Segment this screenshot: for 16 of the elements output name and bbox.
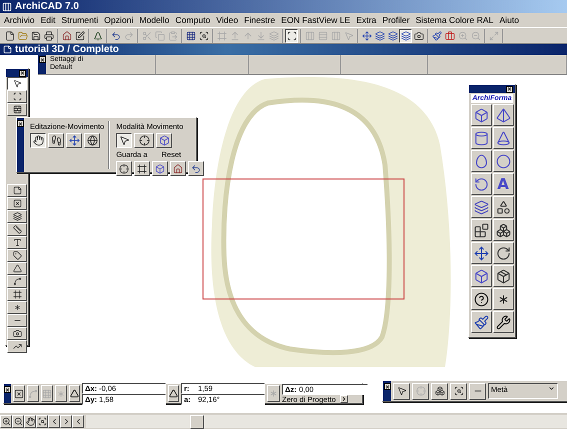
menu-item[interactable]: Computo (172, 15, 214, 25)
menu-item[interactable]: Video (213, 15, 242, 25)
menu-item[interactable]: Modello (136, 15, 172, 25)
window-title: ArchiCAD 7.0 (15, 1, 79, 12)
menu-item[interactable]: Strumenti (58, 15, 102, 25)
menu-item[interactable]: Archivio (1, 15, 38, 25)
menu-item[interactable]: Sistema Colore RAL (412, 15, 496, 25)
menu-item[interactable]: Profiler (379, 15, 413, 25)
menu-item[interactable]: Opzioni (101, 15, 136, 25)
menu-item[interactable]: EON FastView LE (278, 15, 354, 25)
menu-item[interactable]: Finestre (241, 15, 278, 25)
menu-item[interactable]: Edit (38, 15, 58, 25)
document-title: tutorial 3D / Completo (15, 44, 119, 55)
menu-item[interactable]: Extra (353, 15, 380, 25)
menu-item[interactable]: Aiuto (496, 15, 522, 25)
shape-button[interactable]: A (492, 173, 514, 195)
